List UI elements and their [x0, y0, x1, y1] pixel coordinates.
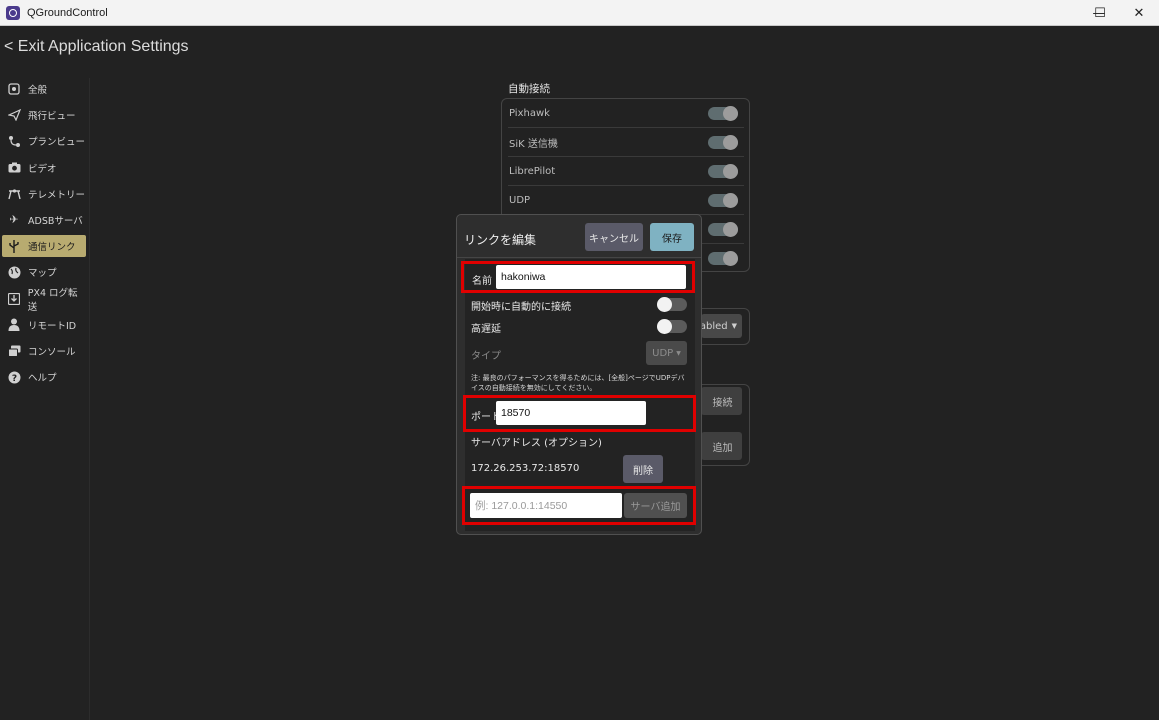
high-latency-toggle[interactable] — [657, 319, 687, 334]
sidebar-item-remote-id[interactable]: リモートID — [2, 314, 86, 336]
sidebar-item-telemetry[interactable]: テレメトリー — [2, 183, 86, 205]
sidebar-item-label: コンソール — [28, 346, 76, 358]
exit-settings-link[interactable]: < Exit Application Settings — [4, 38, 189, 56]
plan-view-icon — [7, 134, 21, 148]
connect-button[interactable]: 接続 — [701, 387, 742, 415]
sidebar-item-map[interactable]: マップ — [2, 261, 86, 283]
librepilot-toggle[interactable] — [708, 163, 738, 179]
autoconnect-title: 自動接続 — [508, 83, 550, 95]
help-icon: ? — [7, 370, 21, 384]
close-button[interactable]: ✕ — [1119, 0, 1159, 26]
server-address-value: 172.26.253.72:18570 — [471, 463, 580, 474]
usb-icon — [7, 239, 21, 253]
pixhawk-toggle[interactable] — [708, 105, 738, 121]
autoconnect-row-udp: UDP — [508, 186, 744, 215]
sidebar-item-comm-links[interactable]: 通信リンク — [2, 235, 86, 258]
autoconnect-label: SiK 送信機 — [509, 138, 558, 150]
high-latency-label: 高遅延 — [471, 324, 501, 335]
udp-note: 注: 最良のパフォーマンスを得るためには、[全般]ページでUDPデバイスの自動接… — [471, 374, 685, 392]
download-icon — [7, 292, 21, 306]
add-link-button[interactable]: 追加 — [701, 432, 742, 460]
sidebar-item-label: テレメトリー — [28, 189, 86, 201]
port-input[interactable]: 18570 — [496, 401, 646, 425]
autoconnect-toggle[interactable] — [708, 221, 738, 237]
udp-toggle[interactable] — [708, 192, 738, 208]
sidebar-item-general[interactable]: 全般 — [2, 78, 86, 100]
name-input[interactable]: hakoniwa — [496, 265, 686, 289]
server-address-input[interactable]: 例: 127.0.0.1:14550 — [470, 493, 622, 518]
sidebar-item-label: PX4 ログ転送 — [27, 287, 78, 313]
auto-connect-label: 開始時に自動的に接続 — [471, 302, 571, 313]
sidebar-item-help[interactable]: ? ヘルプ — [2, 366, 86, 388]
delete-server-button[interactable]: 削除 — [623, 455, 663, 483]
airplane-icon: ✈ — [9, 213, 19, 227]
dialog-divider — [457, 257, 701, 258]
sidebar-item-plan-view[interactable]: プランビュー — [2, 130, 86, 152]
sidebar-item-console[interactable]: コンソール — [2, 340, 86, 362]
sidebar-item-adsb[interactable]: ✈ ADSBサーバ — [2, 209, 86, 231]
sidebar-item-label: 通信リンク — [28, 242, 76, 254]
chevron-down-icon: ▼ — [676, 349, 681, 357]
autoconnect-row-sik: SiK 送信機 — [508, 128, 744, 157]
chevron-down-icon: ▼ — [731, 322, 737, 330]
autoconnect-row-librepilot: LibrePilot — [508, 157, 744, 186]
sidebar-item-label: ビデオ — [28, 163, 57, 175]
sidebar-item-label: マップ — [28, 268, 57, 280]
autoconnect-label: UDP — [509, 194, 531, 206]
dialog-title: リンクを編集 — [464, 233, 537, 247]
type-label: タイプ — [471, 351, 501, 362]
autoconnect-label: LibrePilot — [509, 165, 556, 177]
window-titlebar: QGroundControl — ☐ ✕ — [0, 0, 1159, 26]
telemetry-icon — [7, 187, 21, 201]
sidebar-item-fly-view[interactable]: 飛行ビュー — [2, 104, 86, 126]
sidebar-item-label: ADSBサーバ — [28, 215, 83, 227]
auto-connect-toggle[interactable] — [657, 297, 687, 312]
sidebar-item-video[interactable]: ビデオ — [2, 157, 86, 179]
svg-text:?: ? — [11, 374, 16, 384]
sidebar-item-label: プランビュー — [28, 137, 86, 149]
app-logo-icon — [6, 5, 20, 20]
sidebar-divider — [89, 78, 90, 720]
name-label: 名前 — [472, 276, 492, 287]
globe-icon — [7, 265, 21, 279]
nmea-combo[interactable]: abled ▼ — [699, 314, 742, 338]
fly-view-icon — [7, 108, 21, 122]
save-button[interactable]: 保存 — [650, 223, 694, 251]
window-title: QGroundControl — [27, 6, 108, 19]
console-icon — [7, 344, 21, 358]
nmea-combo-text: abled — [699, 320, 728, 332]
autoconnect-label: Pixhawk — [509, 107, 550, 119]
sik-toggle[interactable] — [708, 134, 738, 150]
add-server-button[interactable]: サーバ追加 — [624, 493, 687, 518]
sidebar-item-label: ヘルプ — [28, 373, 57, 385]
sidebar-item-label: 飛行ビュー — [28, 111, 76, 123]
person-icon — [7, 318, 21, 332]
general-settings-icon — [7, 82, 21, 96]
autoconnect-row-pixhawk: Pixhawk — [508, 99, 744, 128]
sidebar-item-label: 全般 — [28, 85, 48, 96]
sidebar-item-label: リモートID — [28, 320, 77, 332]
sidebar-item-px4-log[interactable]: PX4 ログ転送 — [2, 287, 86, 313]
settings-sidebar: 全般 飛行ビュー プランビュー ビデオ テレメトリー ✈ ADSBサーバ 通信リ… — [0, 78, 90, 392]
server-address-label: サーバアドレス (オプション) — [471, 438, 602, 449]
cancel-button[interactable]: キャンセル — [585, 223, 643, 251]
camera-icon — [7, 161, 21, 175]
maximize-button[interactable]: ☐ — [1080, 0, 1120, 26]
type-combo[interactable]: UDP ▼ — [646, 341, 687, 365]
type-combo-value: UDP — [652, 347, 674, 359]
autoconnect-toggle[interactable] — [708, 251, 738, 266]
